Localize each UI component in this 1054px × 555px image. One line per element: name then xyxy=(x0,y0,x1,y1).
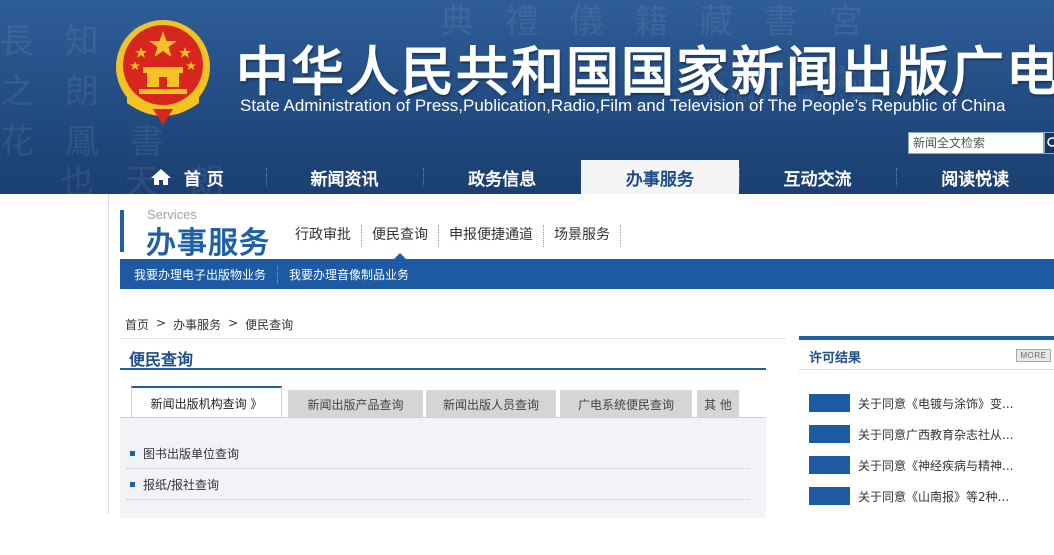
search-input[interactable]: 新闻全文检索 xyxy=(908,132,1044,154)
section-subnav: 行政审批 便民查询 申报便捷通道 场景服务 xyxy=(285,225,621,259)
nav-item-services[interactable]: 办事服务 xyxy=(581,160,739,194)
home-icon xyxy=(150,169,171,185)
list-item[interactable]: 报纸/报社查询 xyxy=(130,476,219,493)
breadcrumb-divider xyxy=(120,338,785,339)
nav-item-government-info[interactable]: 政务信息 xyxy=(423,160,581,194)
main-nav: 首 页 新闻资讯 政务信息 办事服务 互动交流 阅读悦读 xyxy=(108,160,1054,194)
more-button[interactable]: MORE xyxy=(1016,349,1051,362)
list-item[interactable]: 关于同意《山南报》等2种... xyxy=(809,487,1009,505)
site-title-chinese: 中华人民共和国国家新闻出版广电总局 xyxy=(236,42,1054,103)
nav-item-label: 新闻资讯 xyxy=(310,169,379,190)
news-link[interactable]: 关于同意《神经疾病与精神... xyxy=(858,457,1013,474)
subnav-item-scene-service[interactable]: 场景服务 xyxy=(544,225,621,247)
breadcrumb-services[interactable]: 办事服务 xyxy=(173,316,221,333)
search-icon xyxy=(1047,137,1054,147)
query-tabs: 新闻出版机构查询 》 新闻出版产品查询 新闻出版人员查询 广电系统便民查询 其 … xyxy=(131,386,767,418)
site-title-english: State Administration of Press,Publicatio… xyxy=(240,96,1006,115)
nav-item-home[interactable]: 首 页 xyxy=(108,160,266,194)
bullet-icon xyxy=(130,482,135,487)
news-link[interactable]: 关于同意《山南报》等2种... xyxy=(858,488,1009,505)
nav-item-label: 互动交流 xyxy=(783,169,852,190)
bullet-icon xyxy=(130,451,135,456)
nav-item-label: 首 页 xyxy=(183,169,224,190)
news-thumbnail xyxy=(809,394,850,412)
list-item[interactable]: 关于同意《电镀与涂饰》变... xyxy=(809,394,1013,412)
breadcrumb: 首页 > 办事服务 > 便民查询 xyxy=(125,316,300,333)
section-accent-bar xyxy=(120,210,124,252)
tab-other[interactable]: 其 他 xyxy=(697,390,739,418)
news-thumbnail xyxy=(809,425,850,443)
nav-item-label: 阅读悦读 xyxy=(941,169,1010,190)
nav-item-news[interactable]: 新闻资讯 xyxy=(265,160,424,194)
breadcrumb-home[interactable]: 首页 xyxy=(125,316,149,333)
panel-title-underline xyxy=(120,368,766,370)
tab-product-query[interactable]: 新闻出版产品查询 xyxy=(288,390,423,418)
list-item-label: 图书出版单位查询 xyxy=(143,447,240,461)
national-emblem-icon xyxy=(116,20,210,125)
nav-item-label: 政务信息 xyxy=(468,169,537,190)
nav-item-label: 办事服务 xyxy=(625,169,694,190)
breadcrumb-separator: > xyxy=(156,316,167,330)
right-panel-title: 许可结果 xyxy=(809,351,862,366)
list-item-label: 报纸/报社查询 xyxy=(143,478,220,492)
breadcrumb-current: 便民查询 xyxy=(245,318,294,332)
list-divider xyxy=(126,468,750,469)
news-thumbnail xyxy=(809,456,850,474)
nav-item-interaction[interactable]: 互动交流 xyxy=(738,160,897,194)
subnav-item-public-query[interactable]: 便民查询 xyxy=(362,225,439,259)
tab-org-query[interactable]: 新闻出版机构查询 》 xyxy=(131,386,282,418)
list-item[interactable]: 图书出版单位查询 xyxy=(130,445,239,462)
section-title: 办事服务 xyxy=(146,226,270,261)
nav-item-reading[interactable]: 阅读悦读 xyxy=(896,160,1054,194)
news-link[interactable]: 关于同意广西教育杂志社从... xyxy=(858,426,1013,443)
business-links-bar: 我要办理电子出版物业务 我要办理音像制品业务 xyxy=(120,259,1054,289)
right-panel-divider xyxy=(799,369,1054,370)
link-electronic-publications[interactable]: 我要办理电子出版物业务 xyxy=(123,266,277,283)
list-item[interactable]: 关于同意广西教育杂志社从... xyxy=(809,425,1013,443)
search-button[interactable] xyxy=(1044,132,1054,154)
list-divider xyxy=(126,499,750,500)
link-audio-video-products[interactable]: 我要办理音像制品业务 xyxy=(277,265,420,283)
right-panel-top-bar xyxy=(799,336,1054,340)
breadcrumb-separator: > xyxy=(228,316,239,330)
subnav-item-admin-approval[interactable]: 行政审批 xyxy=(285,225,362,247)
subnav-item-fast-channel[interactable]: 申报便捷通道 xyxy=(439,225,544,247)
header-banner: 長 知 龍 之 朗 天 花 鳳 書 典 禮 儀 籍 藏 書 宮 也 天 朗 01… xyxy=(0,0,1054,194)
panel-title: 便民查询 xyxy=(129,350,194,369)
tab-broadcast-query[interactable]: 广电系统便民查询 xyxy=(560,390,692,418)
tab-personnel-query[interactable]: 新闻出版人员查询 xyxy=(426,390,556,418)
news-thumbnail xyxy=(809,487,850,505)
content-left-border xyxy=(108,194,109,514)
list-item[interactable]: 关于同意《神经疾病与精神... xyxy=(809,456,1013,474)
news-link[interactable]: 关于同意《电镀与涂饰》变... xyxy=(858,395,1013,412)
